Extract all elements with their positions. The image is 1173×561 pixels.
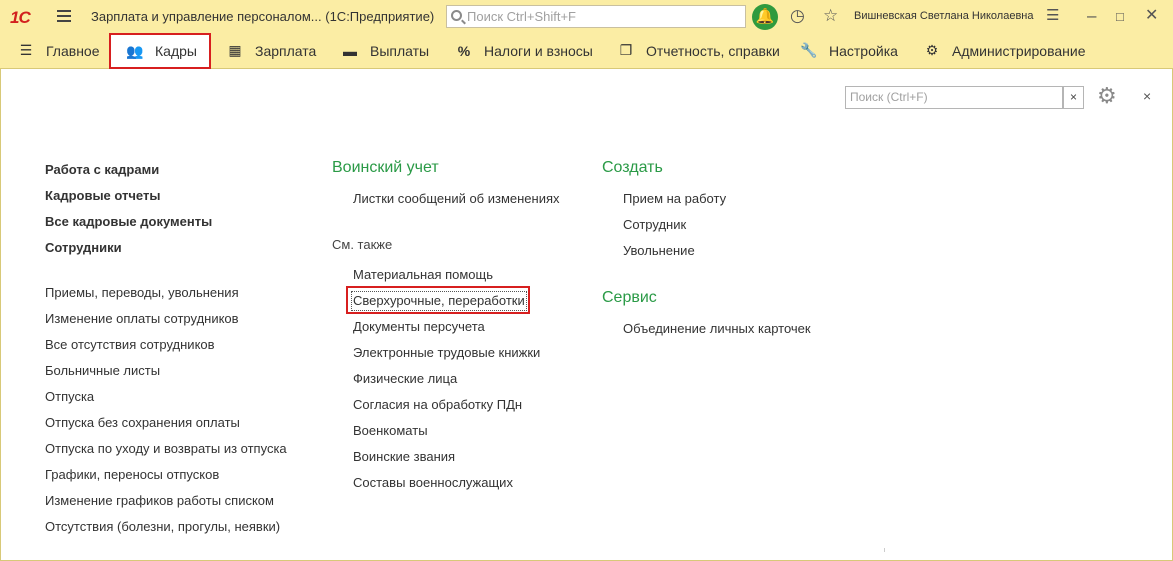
group-title-service: Сервис xyxy=(602,289,657,306)
percent-icon: % xyxy=(457,42,471,59)
search-icon xyxy=(451,10,462,21)
link-hiring-transfers[interactable]: Приемы, переводы, увольнения xyxy=(45,285,239,301)
group-title-military: Воинский учет xyxy=(332,159,439,176)
link-overtime[interactable]: Сверхурочные, переработки xyxy=(351,291,527,311)
close-window-icon[interactable]: ✕ xyxy=(1145,6,1158,26)
favorites-star-icon[interactable]: ☆ xyxy=(823,6,838,26)
link-sick-leaves[interactable]: Больничные листы xyxy=(45,363,160,379)
section-settings-label: Настройка xyxy=(829,42,898,59)
global-search-input[interactable]: Поиск Ctrl+Shift+F xyxy=(446,5,746,28)
calculator-icon: ▦ xyxy=(228,42,242,58)
section-admin-label: Администрирование xyxy=(952,42,1086,59)
section-content: Поиск (Ctrl+F) × ⚙ × Работа с кадрами Ка… xyxy=(0,69,1173,561)
reports-icon: ❐ xyxy=(619,42,633,58)
app-title: Зарплата и управление персоналом... (1С:… xyxy=(91,9,435,24)
link-hr-work[interactable]: Работа с кадрами xyxy=(45,162,159,178)
close-panel-button[interactable]: × xyxy=(1143,88,1151,104)
maximize-icon[interactable]: □ xyxy=(1116,7,1124,27)
user-name[interactable]: Вишневская Светлана Николаевна xyxy=(854,10,1034,22)
see-also-label: См. также xyxy=(332,237,393,252)
link-parental-leave[interactable]: Отпуска по уходу и возвраты из отпуска xyxy=(45,441,287,457)
link-all-hr-documents[interactable]: Все кадровые документы xyxy=(45,214,212,230)
section-hr-label: Кадры xyxy=(155,43,197,59)
wallet-icon: ▬ xyxy=(343,42,357,59)
section-reports[interactable]: ❐ Отчетность, справки xyxy=(616,33,780,68)
section-payments[interactable]: ▬ Выплаты xyxy=(340,33,429,68)
section-hr[interactable]: 👥 Кадры xyxy=(109,33,211,69)
link-create-employee[interactable]: Сотрудник xyxy=(623,217,686,233)
divider-tick xyxy=(884,548,885,552)
section-admin[interactable]: ⚙ Администрирование xyxy=(922,33,1086,68)
link-all-absences[interactable]: Все отсутствия сотрудников xyxy=(45,337,215,353)
link-create-hiring[interactable]: Прием на работу xyxy=(623,191,726,207)
group-title-create: Создать xyxy=(602,159,663,176)
link-hr-reports[interactable]: Кадровые отчеты xyxy=(45,188,160,204)
section-search-placeholder: Поиск (Ctrl+F) xyxy=(850,90,928,104)
section-taxes-label: Налоги и взносы xyxy=(484,42,593,59)
link-personnel-docs[interactable]: Документы персучета xyxy=(353,319,485,335)
link-employees[interactable]: Сотрудники xyxy=(45,240,122,256)
menu-icon: ☰ xyxy=(19,42,33,58)
history-icon[interactable]: ◷ xyxy=(790,6,805,26)
global-search-placeholder: Поиск Ctrl+Shift+F xyxy=(467,9,576,24)
section-payments-label: Выплаты xyxy=(370,42,430,59)
link-data-consents[interactable]: Согласия на обработку ПДн xyxy=(353,397,522,413)
link-military-staff[interactable]: Составы военнослужащих xyxy=(353,475,513,491)
section-taxes[interactable]: % Налоги и взносы xyxy=(454,33,593,68)
hamburger-menu-icon[interactable] xyxy=(57,10,71,22)
section-salary[interactable]: ▦ Зарплата xyxy=(225,33,316,68)
link-pay-changes[interactable]: Изменение оплаты сотрудников xyxy=(45,311,239,327)
section-reports-label: Отчетность, справки xyxy=(646,42,780,59)
title-bar: 1С Зарплата и управление персоналом... (… xyxy=(0,0,1173,33)
link-vacations[interactable]: Отпуска xyxy=(45,389,94,405)
link-merge-cards[interactable]: Объединение личных карточек xyxy=(623,321,811,337)
link-unpaid-vacations[interactable]: Отпуска без сохранения оплаты xyxy=(45,415,240,431)
people-icon: 👥 xyxy=(126,42,144,59)
panel-settings-gear-icon[interactable]: ⚙ xyxy=(1097,84,1117,108)
link-electronic-workbooks[interactable]: Электронные трудовые книжки xyxy=(353,345,540,361)
clear-search-button[interactable]: × xyxy=(1063,86,1084,109)
section-main-label: Главное xyxy=(46,42,100,59)
section-search-input[interactable]: Поиск (Ctrl+F) xyxy=(845,86,1063,109)
wrench-icon: 🔧 xyxy=(800,42,818,58)
app-logo: 1С xyxy=(10,8,31,27)
link-material-aid[interactable]: Материальная помощь xyxy=(353,267,493,283)
link-vacation-schedules[interactable]: Графики, переносы отпусков xyxy=(45,467,219,483)
link-individuals[interactable]: Физические лица xyxy=(353,371,457,387)
sections-panel: ☰ Главное 👥 Кадры ▦ Зарплата ▬ Выплаты %… xyxy=(0,33,1173,69)
link-change-notices[interactable]: Листки сообщений об изменениях xyxy=(353,191,560,207)
link-military-offices[interactable]: Военкоматы xyxy=(353,423,428,439)
link-create-dismissal[interactable]: Увольнение xyxy=(623,243,695,259)
gear-icon: ⚙ xyxy=(925,42,939,58)
section-salary-label: Зарплата xyxy=(255,42,317,59)
link-schedule-changes[interactable]: Изменение графиков работы списком xyxy=(45,493,274,509)
section-main[interactable]: ☰ Главное xyxy=(16,33,100,68)
settings-menu-icon[interactable]: ☰ xyxy=(1046,6,1059,26)
link-absences[interactable]: Отсутствия (болезни, прогулы, неявки) xyxy=(45,519,280,535)
link-military-ranks[interactable]: Воинские звания xyxy=(353,449,455,465)
section-settings[interactable]: 🔧 Настройка xyxy=(799,33,898,68)
minimize-icon[interactable]: – xyxy=(1087,6,1096,26)
notifications-bell-icon[interactable]: 🔔 xyxy=(752,4,778,30)
